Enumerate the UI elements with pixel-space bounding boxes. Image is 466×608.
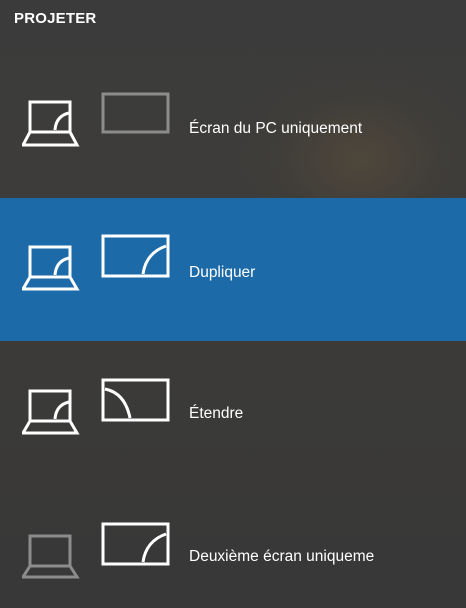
extend-icon bbox=[22, 378, 170, 435]
option-second-screen-only[interactable]: Deuxième écran uniqueme bbox=[0, 484, 466, 608]
option-label: Écran du PC uniquement bbox=[189, 120, 363, 137]
option-label: Étendre bbox=[189, 405, 244, 422]
option-label: Deuxième écran uniqueme bbox=[189, 548, 375, 565]
option-extend[interactable]: Étendre bbox=[0, 341, 466, 484]
option-pc-screen-only[interactable]: Écran du PC uniquement bbox=[0, 55, 466, 198]
second-screen-only-icon bbox=[22, 522, 170, 579]
project-panel: PROJETER Écran du PC uniquement Duplique… bbox=[0, 0, 466, 608]
option-duplicate[interactable]: Dupliquer bbox=[0, 198, 466, 341]
pc-screen-only-icon bbox=[22, 92, 170, 147]
panel-title: PROJETER bbox=[14, 10, 97, 27]
option-label: Dupliquer bbox=[189, 264, 256, 281]
duplicate-icon bbox=[22, 234, 170, 291]
